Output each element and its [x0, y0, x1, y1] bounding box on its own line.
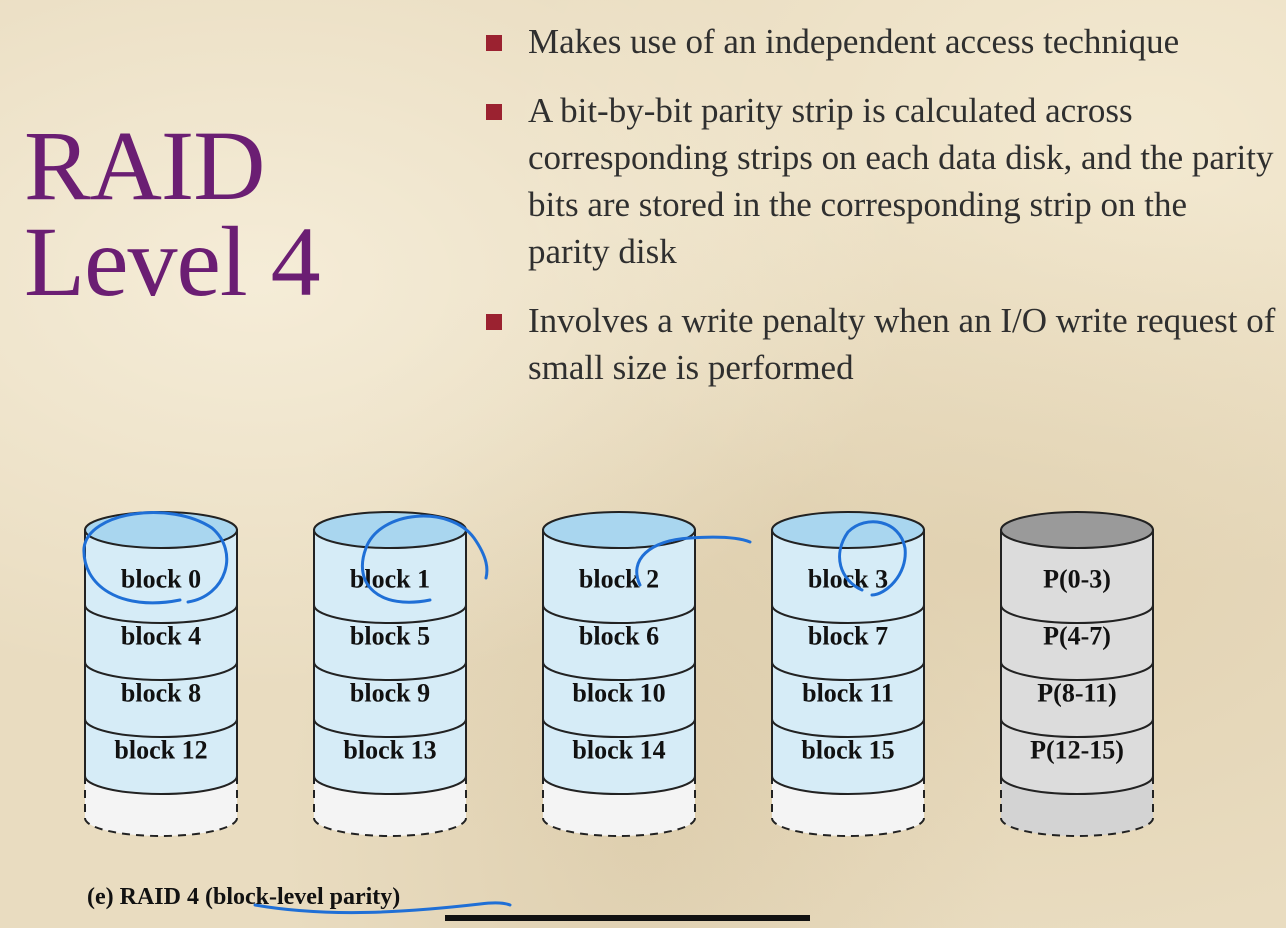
parity-strip-label: P(4-7) — [1043, 622, 1111, 651]
block-label: block 13 — [343, 736, 436, 765]
disk-top — [1000, 511, 1154, 549]
parity-strip-label: P(8-11) — [1037, 679, 1116, 708]
block-label: block 11 — [802, 679, 894, 708]
block-label: block 8 — [121, 679, 201, 708]
disk-1: block 1block 5block 9block 13 — [313, 511, 467, 837]
block-label: block 4 — [121, 622, 201, 651]
block-label: block 12 — [114, 736, 207, 765]
disk-0: block 0 block 4 block 8 block 12 — [84, 511, 238, 837]
disk-top — [542, 511, 696, 549]
disk-3: block 3block 7block 11block 15 — [771, 511, 925, 837]
block-label: block 9 — [350, 679, 430, 708]
figure-caption: (e) RAID 4 (block-level parity) — [87, 884, 401, 910]
block-label: block 0 — [121, 565, 201, 594]
block-label: block 5 — [350, 622, 430, 651]
block-label: block 14 — [572, 736, 665, 765]
block-label: block 15 — [801, 736, 894, 765]
underline-bar — [445, 915, 810, 921]
parity-strip-label: P(0-3) — [1043, 565, 1111, 594]
block-label: block 2 — [579, 565, 659, 594]
disk-4: P(0-3) P(4-7) P(8-11) P(12-15) — [1000, 511, 1154, 837]
disk-2: block 2 block 6 block 10 block 14 — [542, 511, 696, 837]
block-label: block 6 — [579, 622, 659, 651]
parity-strip-label: P(12-15) — [1030, 736, 1124, 765]
block-label: block 7 — [808, 622, 888, 651]
raid4-disk-diagram: block 0block 4block 8block 12block 1bloc… — [82, 511, 1154, 921]
block-label: block 10 — [572, 679, 665, 708]
